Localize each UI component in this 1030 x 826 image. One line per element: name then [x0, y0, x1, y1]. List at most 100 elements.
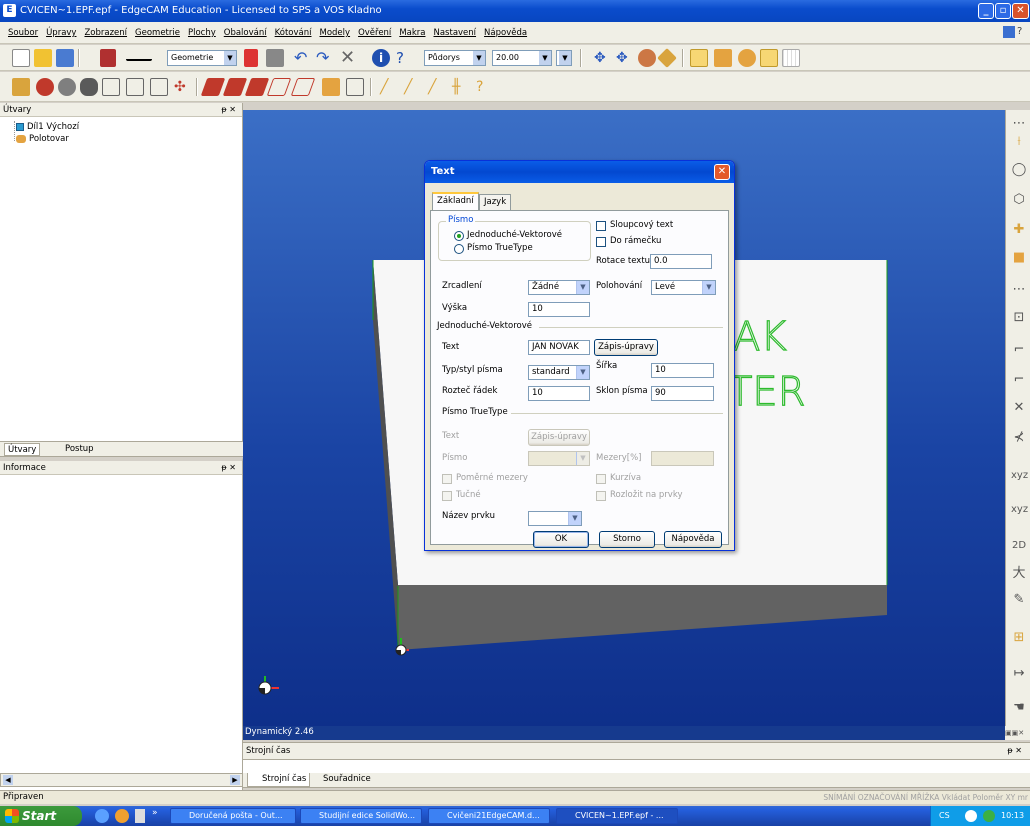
typ-select[interactable]: standard ▼	[528, 365, 590, 380]
tab-jazyk[interactable]: Jazyk	[479, 194, 512, 210]
quicklaunch-media-icon[interactable]	[115, 809, 129, 823]
radio-vector[interactable]	[454, 231, 464, 241]
minimize-button[interactable]: _	[978, 3, 994, 19]
tool-5-icon[interactable]: ?	[476, 78, 494, 96]
chamfer-icon[interactable]	[222, 78, 248, 96]
menu-soubor[interactable]: Soubor	[0, 22, 42, 44]
circle-tool-icon[interactable]: ◯	[1011, 162, 1027, 178]
maximize-button[interactable]: ▫	[995, 3, 1011, 19]
menu-kotovani[interactable]: Kótování	[271, 22, 316, 44]
trim-icon[interactable]	[266, 78, 292, 96]
task-edgecam[interactable]: CVICEN~1.EPF.epf - ...	[556, 808, 678, 824]
quicklaunch-ie-icon[interactable]	[95, 809, 109, 823]
xyz-move-icon[interactable]: xyz	[1011, 502, 1028, 518]
edit-icon[interactable]	[1003, 26, 1015, 38]
zoom-select[interactable]: 20.00 ▼	[492, 50, 552, 66]
zapis-upravy-button[interactable]: Zápis-úpravy	[594, 339, 658, 356]
checkbox-sloupcovy[interactable]	[596, 221, 606, 231]
whats-this-icon[interactable]: ?	[396, 49, 414, 67]
save-icon[interactable]	[56, 49, 74, 67]
quicklaunch-show-desktop-icon[interactable]	[135, 809, 145, 823]
fillet-icon[interactable]	[200, 78, 226, 96]
grid-icon[interactable]	[782, 49, 800, 67]
tab-postup[interactable]: Postup	[62, 443, 97, 456]
cross-icon[interactable]: ✕	[1011, 400, 1027, 416]
pencil-icon[interactable]: ✎	[1011, 592, 1027, 608]
menu-geometrie[interactable]: Geometrie	[131, 22, 184, 44]
menu-nastaveni[interactable]: Nastavení	[429, 22, 480, 44]
tool-2-icon[interactable]: ╱	[404, 78, 422, 96]
view-options-select[interactable]: ▼	[556, 50, 572, 66]
tool-3-icon[interactable]: ╱	[428, 78, 446, 96]
tree-item-polotovar[interactable]: Polotovar	[16, 134, 69, 144]
menu-makra[interactable]: Makra	[395, 22, 429, 44]
wireframe-icon[interactable]	[690, 49, 708, 67]
pen-icon[interactable]	[244, 49, 258, 67]
task-outlook[interactable]: Doručená pošta - Out...	[170, 808, 296, 824]
tab-utvary[interactable]: Útvary	[4, 443, 41, 456]
new-file-icon[interactable]	[12, 49, 30, 67]
profile-icon[interactable]	[126, 78, 144, 96]
point-tool-icon[interactable]: ✚	[1011, 222, 1027, 238]
insert-icon[interactable]: ⊞	[1011, 630, 1027, 646]
corner-icon[interactable]: ⌐	[1011, 342, 1027, 358]
delete-icon[interactable]: ✕	[340, 49, 358, 67]
tray-network-icon[interactable]	[965, 810, 977, 822]
sklon-input[interactable]: 90	[651, 386, 714, 401]
zrcadleni-select[interactable]: Žádné ▼	[528, 280, 590, 295]
render-icon[interactable]	[657, 48, 677, 68]
pin-close-icon[interactable]: ᵽ ✕	[221, 103, 236, 117]
info-icon[interactable]: i	[372, 49, 390, 67]
checkbox-pomerne[interactable]	[442, 474, 452, 484]
offset-icon[interactable]	[290, 78, 316, 96]
merge-icon[interactable]	[322, 78, 340, 96]
napoveda-button[interactable]: Nápověda	[664, 531, 722, 548]
menu-plochy[interactable]: Plochy	[184, 22, 220, 44]
redo-icon[interactable]: ↷	[316, 49, 334, 67]
scroll-left-icon[interactable]: ◀	[3, 775, 13, 785]
tab-souradnice[interactable]: Souřadnice	[309, 773, 374, 787]
menu-overeni[interactable]: Ověření	[354, 22, 395, 44]
extrude-icon[interactable]	[150, 78, 168, 96]
task-solidworks[interactable]: Studijní edice SolidWo...	[300, 808, 422, 824]
tool-4-icon[interactable]: ╫	[452, 78, 470, 96]
color-icon[interactable]	[100, 49, 116, 67]
brush-icon[interactable]	[266, 49, 284, 67]
open-file-icon[interactable]	[34, 49, 52, 67]
quicklaunch-more-icon[interactable]: »	[152, 808, 158, 818]
split-icon[interactable]	[346, 78, 364, 96]
view-window-icons[interactable]: ▣▣✕	[1005, 726, 1030, 740]
pin-close-icon[interactable]: ᵽ ✕	[221, 461, 236, 475]
tree-item-dil1[interactable]: Díl1 Výchozí	[16, 122, 79, 132]
solid-model-icon[interactable]	[12, 78, 30, 96]
shell-icon[interactable]	[80, 78, 98, 96]
sphere-icon[interactable]	[58, 78, 76, 96]
start-button[interactable]: Start	[0, 806, 82, 826]
revolve-icon[interactable]: ✣	[174, 78, 192, 96]
dimension-icon[interactable]: ⊡	[1011, 310, 1027, 326]
info-scrollbar[interactable]: ◀ ▶	[0, 773, 243, 787]
blend-icon[interactable]	[244, 78, 270, 96]
undo-icon[interactable]: ↶	[294, 49, 312, 67]
tab-strojni-cas[interactable]: Strojní čas	[247, 773, 311, 787]
dialog-close-button[interactable]: ✕	[714, 164, 730, 180]
menu-obalovani[interactable]: Obalování	[220, 22, 271, 44]
layer-select[interactable]: Geometrie ▼	[167, 50, 237, 66]
tt-zapis-upravy-button[interactable]: Zápis-úpravy	[528, 429, 590, 446]
nazev-select[interactable]: ▼	[528, 511, 582, 526]
workplane-icon[interactable]	[760, 49, 778, 67]
radio-truetype[interactable]	[454, 244, 464, 254]
tt-mezery-input[interactable]	[651, 451, 714, 466]
task-word[interactable]: Cvičeni21EdgeCAM.d...	[428, 808, 550, 824]
scroll-right-icon[interactable]: ▶	[230, 775, 240, 785]
rotace-input[interactable]: 0.0	[650, 254, 712, 269]
checkbox-rozlozit[interactable]	[596, 491, 606, 501]
language-indicator[interactable]: CS	[939, 806, 950, 826]
tool-icon[interactable]: ╱	[380, 78, 398, 96]
view-select[interactable]: Půdorys ▼	[424, 50, 486, 66]
polohovani-select[interactable]: Levé ▼	[651, 280, 716, 295]
vyska-input[interactable]: 10	[528, 302, 590, 317]
solid-icon[interactable]	[714, 49, 732, 67]
text-tool-icon[interactable]: 大	[1011, 566, 1027, 582]
storno-button[interactable]: Storno	[599, 531, 655, 548]
